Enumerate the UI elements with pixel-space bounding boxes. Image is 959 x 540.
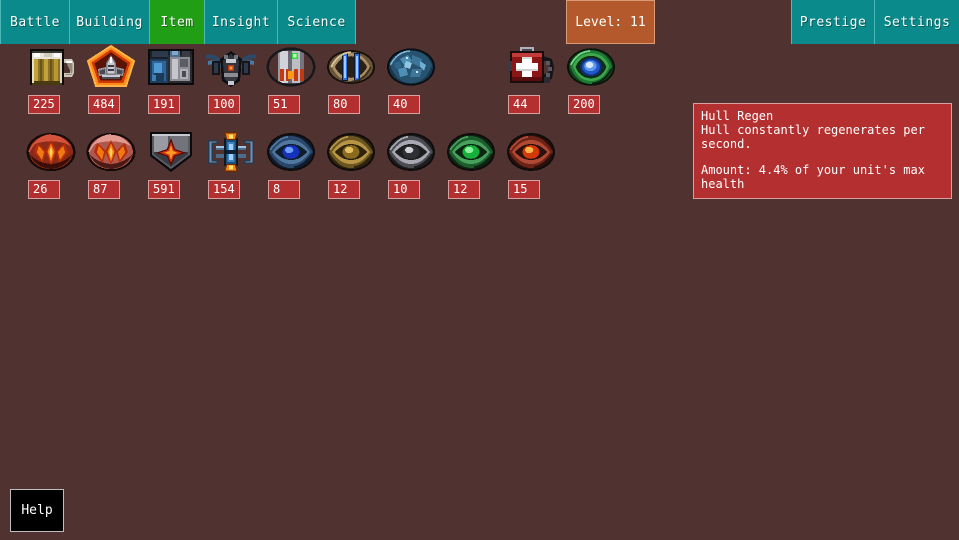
tab-label: Building [76,14,143,30]
tab-item[interactable]: Item [150,0,205,44]
silver-gem-disc-icon[interactable] [382,128,440,176]
item-count-badge[interactable]: 225 [28,95,60,114]
tooltip-title: Hull Regen [701,109,774,123]
item-slot[interactable]: 12 [322,128,382,213]
tab-label: Insight [211,14,271,30]
item-slot[interactable]: 225 [22,43,82,128]
item-slot[interactable]: 87 [82,128,142,213]
item-count-badge[interactable]: 100 [208,95,240,114]
item-count-badge[interactable]: 26 [28,180,60,199]
tab-label: Battle [10,14,60,30]
red-medkit-icon[interactable] [502,43,560,91]
tab-label: Science [287,14,346,30]
tooltip-description: Hull constantly regenerates per second. [701,123,933,151]
green-gem-disc-icon[interactable] [442,128,500,176]
gold-gem-disc-icon[interactable] [322,128,380,176]
item-slot[interactable]: 484 [82,43,142,128]
blue-twin-bars-icon[interactable] [322,43,380,91]
tooltip-amount: Amount: 4.4% of your unit's max health [701,163,933,191]
help-button[interactable]: Help [10,489,64,532]
game-screen: Battle Building Item Insight Science Level: … [0,0,959,540]
blue-machinery-crate-icon[interactable] [142,43,200,91]
silver-capsule-icon[interactable] [262,43,320,91]
item-count-badge[interactable]: 40 [388,95,420,114]
tab-building[interactable]: Building [70,0,150,44]
item-slot[interactable]: 26 [22,128,82,213]
item-count-badge[interactable]: 12 [448,180,480,199]
red-star-shield-icon[interactable] [142,128,200,176]
tab-science[interactable]: Science [278,0,356,44]
blue-reactor-clamp-icon[interactable] [202,128,260,176]
item-count-badge[interactable]: 12 [328,180,360,199]
red-flame-pod-icon[interactable] [22,128,80,176]
green-blue-orb-icon[interactable] [562,43,620,91]
item-slot[interactable]: 51 [262,43,322,128]
item-tooltip: Hull Regen Hull constantly regenerates p… [693,103,952,199]
item-count-badge[interactable]: 484 [88,95,120,114]
tab-battle[interactable]: Battle [0,0,70,44]
item-count-badge[interactable]: 154 [208,180,240,199]
tab-settings[interactable]: Settings [875,0,959,44]
item-slot[interactable]: 591 [142,128,202,213]
item-slot[interactable]: 200 [562,43,622,128]
item-count-badge[interactable]: 80 [328,95,360,114]
tab-prestige[interactable]: Prestige [791,0,875,44]
tab-label: Item [160,14,194,30]
item-count-badge[interactable]: 44 [508,95,540,114]
tab-label: Prestige [799,14,867,30]
item-slot[interactable]: 12 [442,128,502,213]
tab-insight[interactable]: Insight [205,0,278,44]
orange-shield-crest-icon[interactable] [82,43,140,91]
blue-gem-disc-icon[interactable] [262,128,320,176]
item-slot[interactable]: 80 [322,43,382,128]
dark-winged-drone-icon[interactable] [202,43,260,91]
item-slot[interactable]: 44 [502,43,562,128]
item-slot[interactable]: 100 [202,43,262,128]
item-count-badge[interactable]: 51 [268,95,300,114]
red-gem-disc-icon[interactable] [502,128,560,176]
primary-tab-group: Battle Building Item Insight Science [0,0,356,44]
item-slot[interactable]: 15 [502,128,562,213]
item-slot[interactable]: 40 [382,43,442,128]
item-slot[interactable]: 154 [202,128,262,213]
item-slot-empty [442,43,502,128]
item-count-badge[interactable]: 15 [508,180,540,199]
item-count-badge[interactable]: 200 [568,95,600,114]
item-count-badge[interactable]: 10 [388,180,420,199]
secondary-tab-group: Prestige Settings [791,0,959,44]
item-slot[interactable]: 8 [262,128,322,213]
item-slot[interactable]: 10 [382,128,442,213]
pink-flame-pod-icon[interactable] [82,128,140,176]
item-slot[interactable]: 191 [142,43,202,128]
tooltip-spacer [701,151,944,163]
item-count-badge[interactable]: 87 [88,180,120,199]
top-navigation-bar: Battle Building Item Insight Science Level: … [0,0,959,44]
item-count-badge[interactable]: 8 [268,180,300,199]
tab-label: Settings [883,14,951,30]
item-count-badge[interactable]: 191 [148,95,180,114]
blue-ore-rock-icon[interactable] [382,43,440,91]
level-indicator[interactable]: Level: 11 [566,0,655,44]
beer-mug-icon[interactable] [22,43,80,91]
item-count-badge[interactable]: 591 [148,180,180,199]
